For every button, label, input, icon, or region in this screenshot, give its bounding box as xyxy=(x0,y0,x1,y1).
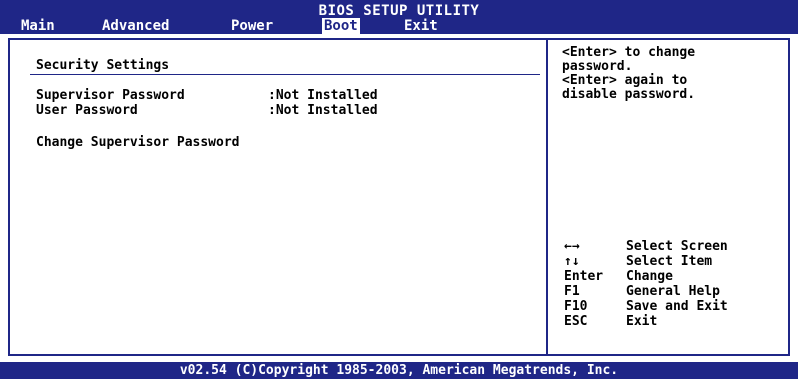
menu-main[interactable]: Main xyxy=(19,18,57,34)
bios-setup-screen: BIOS SETUP UTILITY Main Advanced Power B… xyxy=(0,0,798,379)
help-text: <Enter> to change password. <Enter> agai… xyxy=(562,45,696,102)
header-bar: BIOS SETUP UTILITY Main Advanced Power B… xyxy=(0,0,798,34)
key-description: Select Item xyxy=(626,254,713,269)
left-right-arrows-icon: ←→ xyxy=(564,239,580,254)
copyright-footer: v02.54 (C)Copyright 1985-2003, American … xyxy=(0,362,798,379)
settings-pane: Security Settings Supervisor Password :N… xyxy=(10,40,548,354)
menu-bar: Main Advanced Power Boot Exit xyxy=(0,16,798,34)
supervisor-password-status: :Not Installed xyxy=(268,88,378,103)
user-password-label: User Password xyxy=(36,103,138,118)
menu-exit[interactable]: Exit xyxy=(402,18,440,34)
key-name: F10 xyxy=(564,299,588,314)
menu-advanced[interactable]: Advanced xyxy=(100,18,171,34)
section-divider xyxy=(30,74,540,75)
user-password-status: :Not Installed xyxy=(268,103,378,118)
key-name: Enter xyxy=(564,269,604,284)
menu-power[interactable]: Power xyxy=(229,18,275,34)
key-description: Select Screen xyxy=(626,239,728,254)
key-name: F1 xyxy=(564,284,580,299)
supervisor-password-label: Supervisor Password xyxy=(36,88,185,103)
section-title: Security Settings xyxy=(36,58,170,73)
key-description: Save and Exit xyxy=(626,299,728,314)
menu-boot[interactable]: Boot xyxy=(322,18,360,34)
help-pane: <Enter> to change password. <Enter> agai… xyxy=(550,40,788,354)
main-frame: Security Settings Supervisor Password :N… xyxy=(8,38,790,356)
key-description: Change xyxy=(626,269,673,284)
change-supervisor-password-item[interactable]: Change Supervisor Password xyxy=(36,135,240,150)
key-name: ESC xyxy=(564,314,588,329)
up-down-arrows-icon: ↑↓ xyxy=(564,254,580,269)
key-description: General Help xyxy=(626,284,720,299)
key-description: Exit xyxy=(626,314,658,329)
